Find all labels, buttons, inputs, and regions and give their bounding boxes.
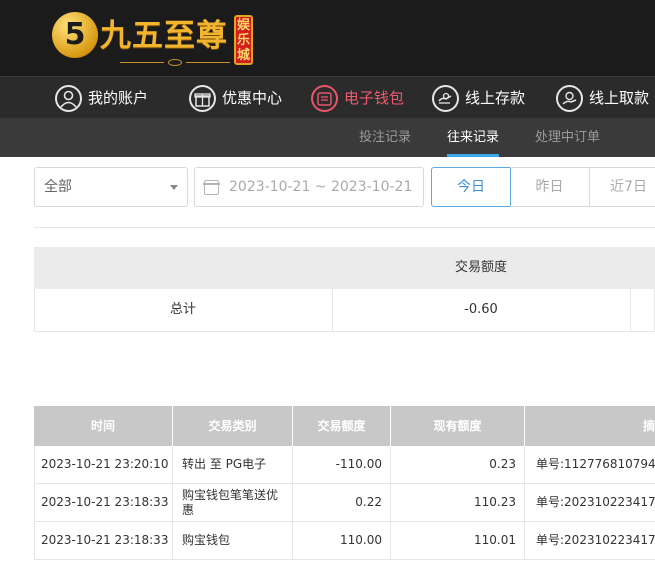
quick-range-7days[interactable]: 近7日 xyxy=(589,167,655,207)
col-type: 交易类别 xyxy=(173,406,293,446)
table-row: 2023-10-21 23:18:33 购宝钱包笔笔送优惠 0.22 110.2… xyxy=(34,484,655,522)
cell-amount: 0.22 xyxy=(293,484,391,521)
nav-label: 电子钱包 xyxy=(344,89,405,107)
tab-pending-orders[interactable]: 处理中订单 xyxy=(535,118,600,157)
type-select-value: 全部 xyxy=(44,179,72,195)
summary-total-amount: -0.60 xyxy=(464,302,498,317)
nav-e-wallet[interactable]: 电子钱包 xyxy=(311,83,404,113)
col-note: 摘 xyxy=(642,419,655,433)
nav-label: 线上取款 xyxy=(589,89,650,107)
cell-balance: 0.23 xyxy=(391,446,525,483)
wallet-icon xyxy=(311,84,338,112)
date-range-picker[interactable]: 2023-10-21 ~ 2023-10-21 xyxy=(194,167,424,207)
cell-type: 购宝钱包笔笔送优惠 xyxy=(173,484,293,521)
col-amount: 交易额度 xyxy=(293,406,391,446)
summary-header-amount: 交易额度 xyxy=(454,260,507,275)
summary-total-label: 总计 xyxy=(169,302,196,317)
cell-note: 单号:202310223417 xyxy=(536,533,655,547)
table-row: 2023-10-21 23:18:33 购宝钱包 110.00 110.01 单… xyxy=(34,522,655,560)
cell-type: 转出 至 PG电子 xyxy=(173,446,293,483)
cell-time: 2023-10-21 23:20:10 xyxy=(34,446,173,483)
deposit-icon xyxy=(432,84,459,112)
sub-nav: 投注记录 往来记录 处理中订单 xyxy=(0,118,655,157)
cell-type: 购宝钱包 xyxy=(173,522,293,559)
site-header: 5 九五至尊 娱乐城 xyxy=(0,0,655,76)
calendar-icon xyxy=(203,180,220,195)
type-select[interactable]: 全部 xyxy=(34,167,188,207)
cell-amount: -110.00 xyxy=(293,446,391,483)
nav-label: 线上存款 xyxy=(465,89,526,107)
withdraw-icon xyxy=(556,84,583,112)
col-balance: 现有额度 xyxy=(391,406,525,446)
quick-range-yesterday[interactable]: 昨日 xyxy=(510,167,590,207)
nav-label: 优惠中心 xyxy=(222,89,283,107)
logo-digit: 5 xyxy=(64,17,86,52)
site-logo[interactable]: 5 九五至尊 娱乐城 xyxy=(52,12,257,68)
tab-bet-records[interactable]: 投注记录 xyxy=(359,118,411,157)
brand-name: 九五至尊 xyxy=(100,18,228,54)
quick-range-today[interactable]: 今日 xyxy=(431,167,511,207)
brand-badge: 娱乐城 xyxy=(234,15,253,65)
cell-balance: 110.01 xyxy=(391,522,525,559)
cell-time: 2023-10-21 23:18:33 xyxy=(34,522,173,559)
logo-emblem: 5 xyxy=(52,12,98,58)
cell-amount: 110.00 xyxy=(293,522,391,559)
cell-balance: 110.23 xyxy=(391,484,525,521)
cell-note: 单号:202310223417 xyxy=(536,495,655,509)
logo-ornament xyxy=(120,59,230,67)
col-time: 时间 xyxy=(34,406,173,446)
nav-promotions[interactable]: 优惠中心 xyxy=(189,83,282,113)
gift-icon xyxy=(189,84,216,112)
tab-transaction-records[interactable]: 往来记录 xyxy=(447,118,500,157)
table-header: 时间 交易类别 交易额度 现有额度 摘 xyxy=(34,406,655,446)
nav-my-account[interactable]: 我的账户 xyxy=(55,83,148,113)
user-icon xyxy=(55,84,82,112)
table-row: 2023-10-21 23:20:10 转出 至 PG电子 -110.00 0.… xyxy=(34,446,655,484)
divider xyxy=(34,227,655,228)
caret-down-icon xyxy=(170,185,178,190)
date-range-value: 2023-10-21 ~ 2023-10-21 xyxy=(229,179,413,195)
cell-time: 2023-10-21 23:18:33 xyxy=(34,484,173,521)
cell-note: 单号:112776810794 xyxy=(536,457,655,471)
nav-online-withdraw[interactable]: 线上取款 xyxy=(556,83,649,113)
nav-label: 我的账户 xyxy=(88,89,149,107)
nav-online-deposit[interactable]: 线上存款 xyxy=(432,83,525,113)
main-nav: 我的账户 优惠中心 电子钱包 线上存款 线上取款 xyxy=(0,76,655,118)
